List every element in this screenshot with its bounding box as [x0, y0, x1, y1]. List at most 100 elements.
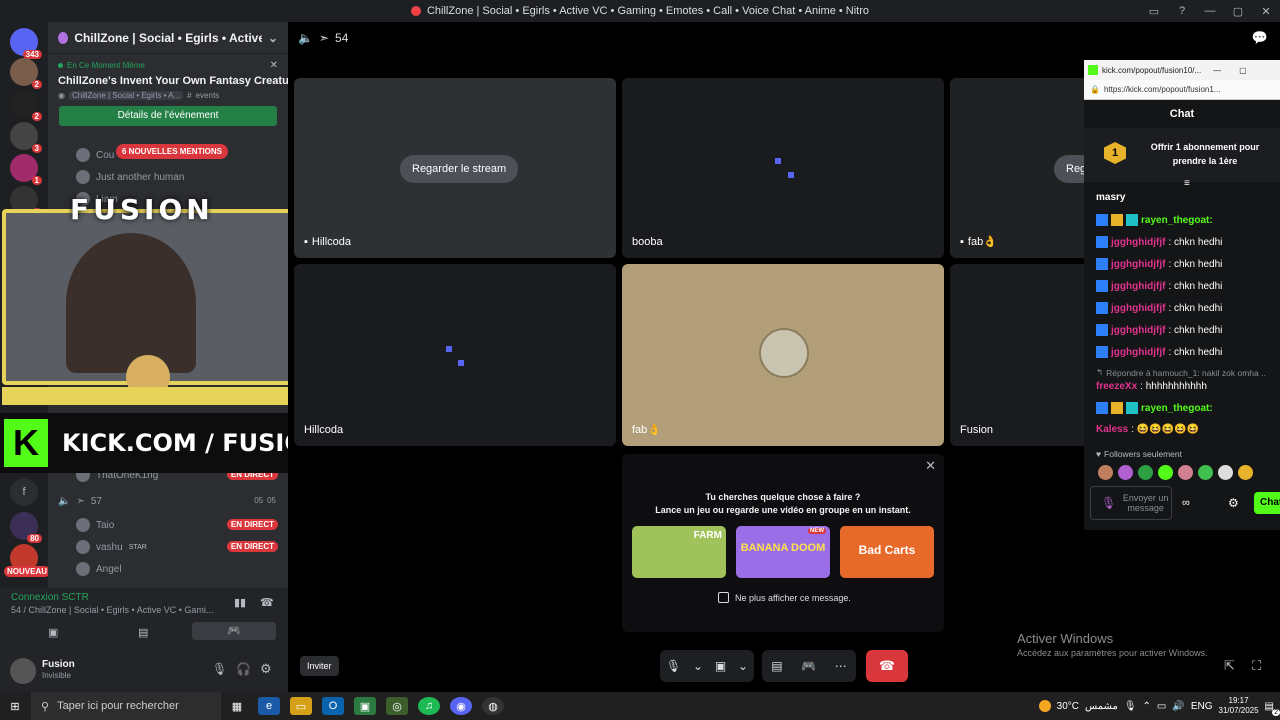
emote-icon[interactable]	[1218, 465, 1233, 480]
headset-icon[interactable]: 🎧	[236, 662, 251, 676]
server-icon[interactable]: 80	[10, 512, 42, 543]
voice-user[interactable]: Taio	[76, 518, 114, 532]
taskbar-search[interactable]: ⚲ Taper ici pour rechercher	[31, 692, 221, 720]
chrome-icon[interactable]: ◍	[482, 697, 504, 715]
fullscreen-icon[interactable]: ⛶	[1252, 658, 1261, 674]
chat-username[interactable]: rayen_thegoat:	[1141, 215, 1213, 226]
server-icon[interactable]: 2	[10, 90, 42, 121]
minimize-button[interactable]: —	[1196, 0, 1224, 22]
invite-button[interactable]: Inviter	[300, 656, 339, 676]
send-chat-button[interactable]: Chat	[1254, 492, 1280, 514]
notification-icon[interactable]: ▤ 2	[1265, 701, 1280, 716]
user-tile[interactable]: booba	[622, 78, 944, 258]
chevron-down-icon[interactable]: ⌄	[693, 659, 703, 673]
emote-icon[interactable]	[1238, 465, 1253, 480]
facebook-server-icon[interactable]: f	[10, 478, 38, 506]
signal-icon[interactable]: ▮▮	[234, 596, 246, 609]
discord-taskbar-icon[interactable]: ◉	[450, 697, 472, 715]
voice-user[interactable]: Angel	[76, 562, 122, 576]
server-icon[interactable]: 2	[10, 58, 42, 89]
settings-icon[interactable]: ⚙	[1228, 496, 1239, 510]
chat-username[interactable]: freezeXx	[1096, 381, 1137, 392]
chat-username[interactable]: jgghghidjfjf	[1111, 325, 1165, 336]
file-explorer-icon[interactable]: ▭	[290, 697, 312, 715]
maximize-button[interactable]: ▢	[1239, 66, 1247, 75]
more-icon[interactable]: ⋯	[835, 659, 847, 673]
inbox-icon[interactable]: ▭	[1140, 0, 1168, 22]
menu-icon[interactable]: ≡	[1184, 178, 1190, 189]
app-icon[interactable]: ◎	[386, 697, 408, 715]
close-icon[interactable]: ✕	[270, 60, 278, 71]
server-icon[interactable]: 3	[10, 122, 42, 153]
microphone-icon[interactable]: 🎙	[212, 662, 227, 676]
store-icon[interactable]: ▣	[354, 697, 376, 715]
activity-button[interactable]: 🎮	[192, 622, 276, 640]
guild-header[interactable]: ChillZone | Social • Egirls • Active VC …	[48, 22, 288, 54]
event-details-button[interactable]: Détails de l'événement	[59, 106, 277, 126]
chat-bubble-icon[interactable]: 💬	[1252, 30, 1268, 46]
game-card-farm[interactable]: FARM	[632, 526, 726, 578]
address-bar[interactable]: 🔒 https://kick.com/popout/fusion1...	[1084, 80, 1280, 100]
activity-icon[interactable]: 🎮	[801, 659, 816, 673]
new-mentions-pill[interactable]: 6 NOUVELLES MENTIONS	[116, 144, 229, 159]
windows-start-icon[interactable]: ⊞	[4, 697, 26, 715]
voice-channel-57[interactable]: 🔈 ➣ 57	[58, 496, 102, 507]
camera-off-icon[interactable]: ▣	[715, 659, 726, 673]
avatar[interactable]	[10, 658, 36, 684]
chevron-down-icon[interactable]: ⌄	[738, 659, 748, 673]
chat-username[interactable]: rayen_thegoat:	[1141, 403, 1213, 414]
emote-icon[interactable]	[1178, 465, 1193, 480]
chat-username[interactable]: jgghghidjfjf	[1111, 281, 1165, 292]
user-tile[interactable]: fab👌	[622, 264, 944, 446]
chat-username[interactable]: jgghghidjfjf	[1111, 237, 1165, 248]
network-icon[interactable]: ▭	[1157, 701, 1166, 712]
screen-share-icon[interactable]: ▤	[138, 626, 148, 639]
voice-user[interactable]: vashu STAR	[76, 540, 147, 554]
stream-tile[interactable]: Regarder le stream ▪ Hillcoda	[294, 78, 616, 258]
close-icon[interactable]: ✕	[925, 458, 936, 474]
disconnect-icon[interactable]: ☎	[260, 596, 274, 609]
clock[interactable]: 19:17 31/07/2025	[1219, 696, 1259, 716]
language-icon[interactable]: ENG	[1191, 701, 1213, 712]
spotify-icon[interactable]: ♫	[418, 697, 440, 715]
emote-icon[interactable]	[1138, 465, 1153, 480]
minimize-button[interactable]: —	[1213, 66, 1221, 75]
user-tile[interactable]: Hillcoda	[294, 264, 616, 446]
home-button[interactable]: 343	[10, 28, 42, 59]
mic-tray-icon[interactable]: 🎙	[1124, 701, 1137, 712]
chat-input[interactable]: 🎙 Envoyer un message	[1090, 486, 1172, 520]
camera-off-icon[interactable]: ▣	[48, 626, 58, 639]
watch-stream-button[interactable]: Regarder le stream	[400, 155, 519, 183]
checkbox[interactable]	[718, 592, 729, 603]
close-button[interactable]: ✕	[1252, 0, 1280, 22]
emote-icon[interactable]	[1118, 465, 1133, 480]
maximize-button[interactable]: ▢	[1224, 0, 1252, 22]
emote-icon[interactable]	[1158, 465, 1173, 480]
chat-username[interactable]: jgghghidjfjf	[1111, 259, 1165, 270]
leave-call-button[interactable]: ☎	[866, 650, 908, 682]
microphone-icon[interactable]: 🎙	[666, 659, 681, 673]
microphone-icon[interactable]: 🎙	[1101, 496, 1116, 510]
game-card-banana-doom[interactable]: BANANA DOOM NEW	[736, 526, 830, 578]
chevron-up-icon[interactable]: ⌃	[1143, 701, 1151, 712]
chat-username[interactable]: jgghghidjfjf	[1111, 347, 1165, 358]
screen-share-icon[interactable]: ▤	[771, 659, 782, 673]
task-view-icon[interactable]: ▦	[226, 697, 248, 715]
server-icon[interactable]: 1	[10, 154, 42, 185]
emote-icon[interactable]	[1098, 465, 1113, 480]
help-icon[interactable]: ?	[1168, 0, 1196, 22]
settings-icon[interactable]: ⚙	[260, 661, 272, 677]
voice-status[interactable]: Connexion SCTR	[11, 592, 89, 603]
volume-icon[interactable]: 🔊	[1172, 701, 1184, 712]
sub-gift-card[interactable]: 1 Offrir 1 abonnement pour prendre la 1è…	[1084, 128, 1280, 182]
dont-show-option[interactable]: Ne plus afficher ce message.	[718, 592, 851, 603]
emote-picker-icon[interactable]: ∞	[1182, 497, 1190, 509]
voice-user[interactable]: Just another human	[76, 170, 184, 184]
chat-username[interactable]: Kaless	[1096, 424, 1128, 435]
game-card-bad-carts[interactable]: Bad Carts	[840, 526, 934, 578]
chat-username[interactable]: masry	[1096, 192, 1125, 203]
outlook-icon[interactable]: O	[322, 697, 344, 715]
edge-icon[interactable]: e	[258, 697, 280, 715]
voice-channel-path[interactable]: 54 / ChillZone | Social • Egirls • Activ…	[11, 605, 226, 615]
weather-icon[interactable]	[1038, 700, 1051, 712]
